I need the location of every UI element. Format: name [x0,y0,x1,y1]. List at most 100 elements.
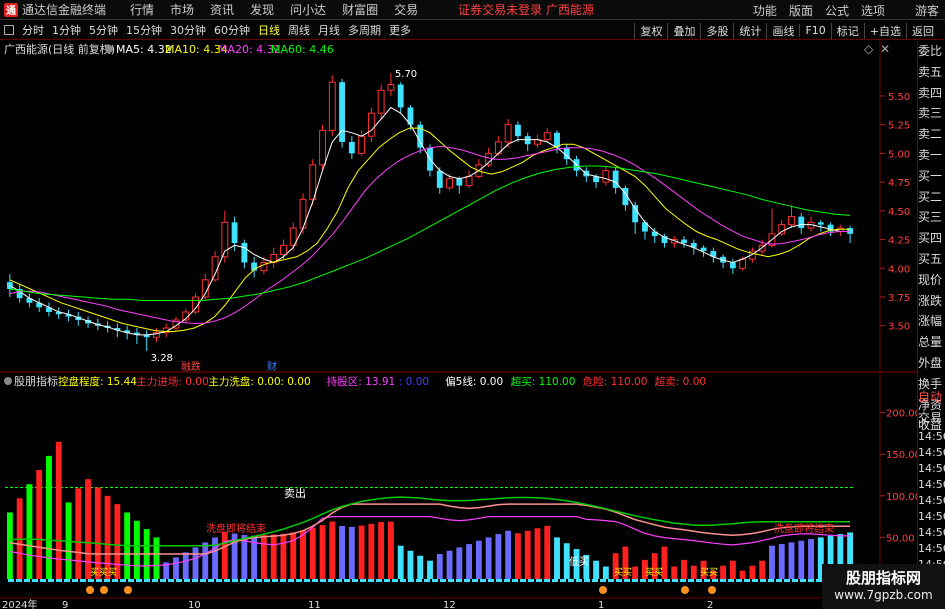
baseline-marker [176,579,182,582]
period-tab[interactable]: 1分钟 [48,22,85,38]
indicator-bar [104,495,111,579]
candle-body [358,135,366,154]
trade-login-notice[interactable]: 证券交易未登录 广西能源 [458,1,594,18]
period-tab-daily[interactable]: 日线 [254,22,284,38]
menu-quotes[interactable]: 行情 [122,1,162,18]
candle-body [798,216,805,229]
add-watchlist-button[interactable]: +自选 [863,22,906,39]
period-tab[interactable]: 多周期 [344,22,385,38]
draw-line-button[interactable]: 画线 [766,22,799,39]
period-tab[interactable]: 60分钟 [210,22,254,38]
time-axis-label: 10 [188,600,201,609]
mark-button[interactable]: 标记 [830,22,864,39]
tick-time: 14:56 [918,429,945,443]
indicator-bar [544,525,551,579]
baseline-marker [272,579,278,582]
candle-body [817,222,824,225]
baseline-marker [720,579,726,582]
chart-area[interactable]: 广西能源(日线 前复权) MA5: 4.32 MA10: 4.34 MA20: … [0,41,917,609]
menu-function[interactable]: 功能 [747,2,783,19]
overlay-button[interactable]: 叠加 [667,22,700,39]
f10-button[interactable]: F10 [799,24,830,37]
back-button[interactable]: 返回 [906,22,939,39]
indicator-bar [339,525,345,579]
stats-button[interactable]: 统计 [733,22,766,39]
indicator-bar [720,565,727,579]
indicator-bar [26,484,33,579]
toggle-panel-icon[interactable] [4,25,14,35]
buy-marker-icon [100,586,108,594]
baseline-marker [48,579,54,582]
close-icon[interactable]: ✕ [880,42,890,56]
auto-trade-tab[interactable]: 自动 [918,387,945,408]
period-tab[interactable]: 分时 [18,22,48,38]
menu-formula[interactable]: 公式 [819,2,855,19]
watermark-url: www.7gpzb.com [834,588,933,602]
indicator-field: 偏5线: 0.00 [445,375,503,388]
menu-ask[interactable]: 问小达 [282,1,334,18]
side-quote-label: 买五 [918,251,943,266]
baseline-marker [192,579,198,582]
indicator-bar [436,554,443,579]
indicator-name: 股朋指标 [14,374,58,388]
menu-guest[interactable]: 游客 [909,2,945,19]
quote-side-panel: 委比 卖五 卖四 卖三 卖二 卖一 买一 买二 买三 买四 买五 现价 涨跌 涨幅 总量 外盘 换手 净资 收益 自… [917,41,945,609]
period-tab[interactable]: 月线 [314,22,344,38]
candle-body [681,239,687,244]
multi-stock-button[interactable]: 多股 [700,22,733,39]
baseline-marker [648,579,654,582]
side-quote-label: 买一 [918,168,943,183]
side-quote-label: 卖一 [918,147,943,162]
candle-body [543,132,551,141]
indicator-bar [153,537,160,579]
baseline-marker [688,579,694,582]
adjust-button[interactable]: 复权 [634,22,667,39]
indicator-bar [524,530,531,579]
menu-market[interactable]: 市场 [162,1,202,18]
main-chart-header: 广西能源(日线 前复权) MA5: 4.32 MA10: 4.34 MA20: … [4,42,890,56]
period-tab[interactable]: 周线 [284,22,314,38]
expand-icon[interactable]: ◇ [864,42,874,56]
trade-tab[interactable]: 交易 [918,408,945,429]
menu-trade[interactable]: 交易 [386,1,426,18]
indicator-bar [427,560,433,579]
baseline-marker [712,579,718,582]
baseline-marker [544,579,550,582]
baseline-marker [728,579,734,582]
event-label-finance[interactable]: 财 [267,360,277,373]
menu-discover[interactable]: 发现 [242,1,282,18]
indicator-field: 超买: 110.00 [511,375,576,388]
chart-settings-icon[interactable] [105,45,113,53]
ma-lines [9,106,851,336]
indicator-bar [769,545,775,579]
baseline-marker [72,579,78,582]
menu-wealth[interactable]: 财富圈 [334,1,386,18]
indicator-bar [446,550,453,579]
indicator-bar [681,559,687,579]
menu-layout[interactable]: 版面 [783,2,819,19]
baseline-marker [144,579,150,582]
sell-signal-label: 卖出 [284,486,306,500]
high-price-label: 5.70 [395,69,417,80]
period-tab-more[interactable]: 更多 [385,22,415,38]
period-tab[interactable]: 30分钟 [166,22,210,38]
baseline-marker [352,579,358,582]
event-label-drop[interactable]: 融跌 [181,360,201,373]
buy-signal-label: 买买 [700,567,718,578]
indicator-bar [270,534,277,579]
baseline-marker [752,579,758,582]
menu-options[interactable]: 选项 [855,2,891,19]
menu-news[interactable]: 资讯 [202,1,242,18]
app-logo-icon: 通 [4,2,18,17]
period-tab[interactable]: 5分钟 [85,22,122,38]
baseline-marker [552,579,558,582]
indicator-settings-icon[interactable] [4,377,12,385]
candle-body [387,83,395,91]
candle-body [231,222,238,244]
baseline-marker [232,579,238,582]
indicator-bar [534,528,541,579]
candle-body [348,141,355,154]
period-tab[interactable]: 15分钟 [122,22,166,38]
baseline-marker [40,579,46,582]
baseline-marker [608,579,614,582]
